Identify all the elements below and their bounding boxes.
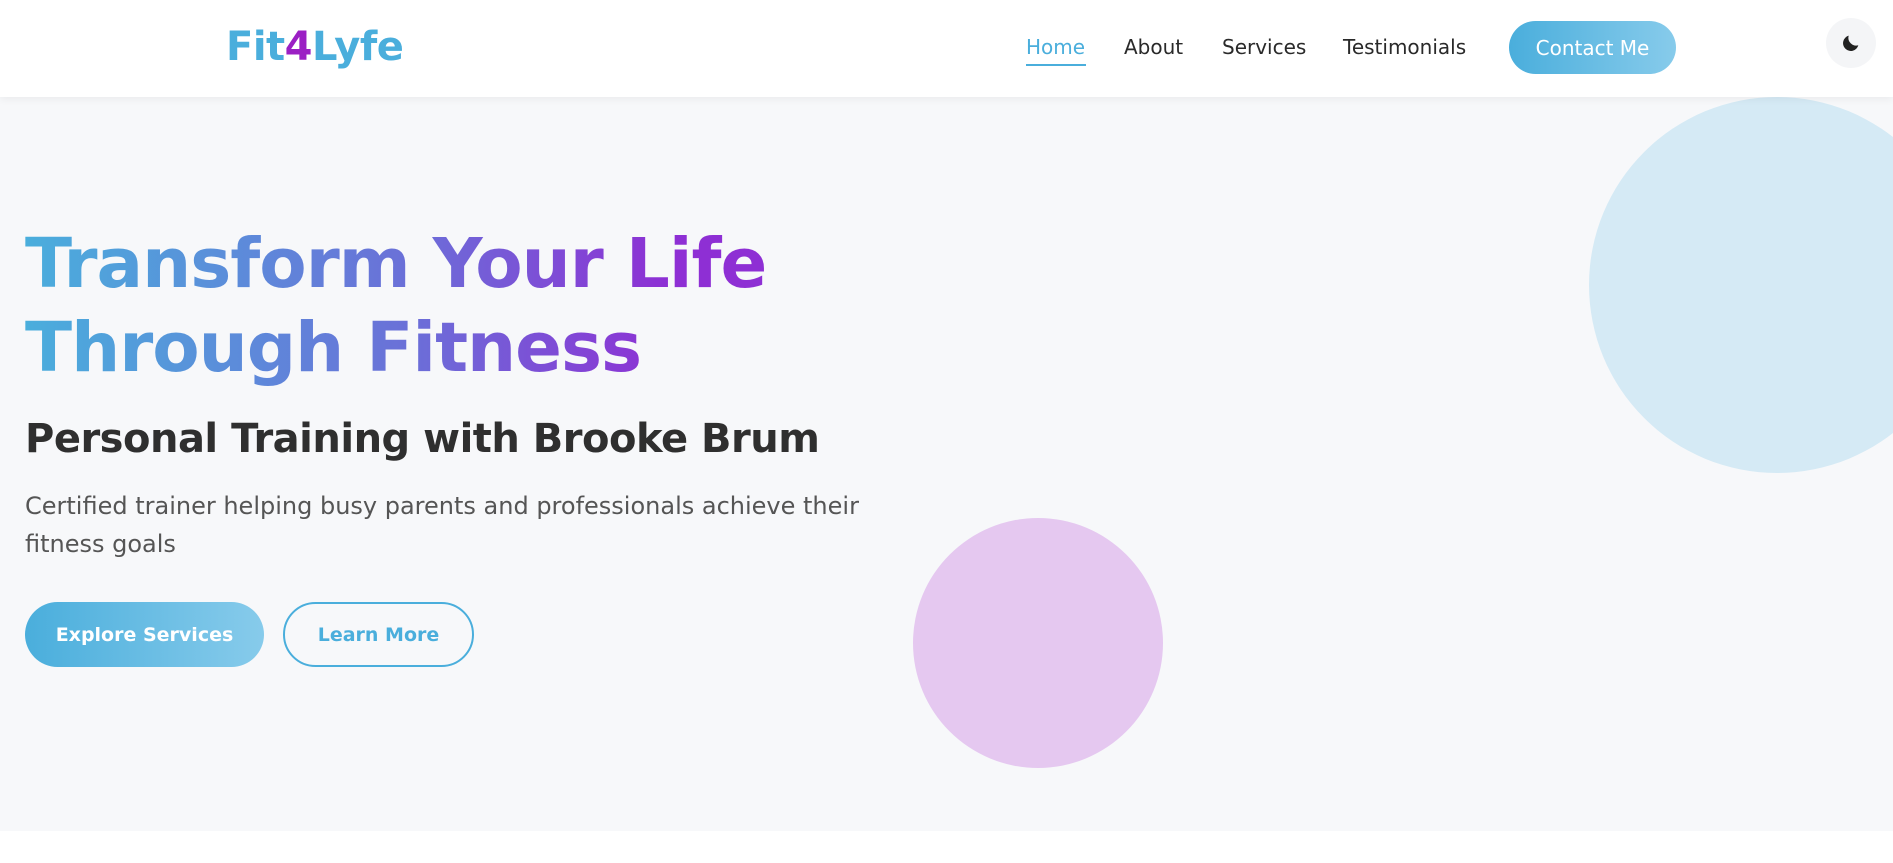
explore-services-button[interactable]: Explore Services [25,602,264,667]
logo-text-lyfe: Lyfe [312,24,404,70]
hero-title: Transform Your Life Through Fitness [25,222,885,390]
decorative-circle-purple [913,518,1163,768]
hero-subtitle: Personal Training with Brooke Brum [25,416,820,462]
nav-about[interactable]: About [1124,33,1183,61]
site-header: Fit4Lyfe Home About Services Testimonial… [0,0,1893,97]
logo[interactable]: Fit4Lyfe [226,22,404,72]
logo-text-four: 4 [284,24,313,70]
logo-text-fit: Fit [226,24,285,70]
hero-title-line2: Through Fitness [25,308,642,388]
learn-more-button[interactable]: Learn More [283,602,474,667]
decorative-circle-blue [1589,97,1893,473]
hero-title-line1: Transform Your Life [25,224,767,304]
nav-active-underline [1026,64,1086,66]
nav-services[interactable]: Services [1222,33,1306,61]
moon-icon [1843,35,1859,51]
nav-testimonials[interactable]: Testimonials [1343,33,1466,61]
hero-description: Certified trainer helping busy parents a… [25,492,859,558]
hero-section: Transform Your Life Through Fitness Pers… [0,97,1893,831]
nav-home[interactable]: Home [1026,33,1085,61]
contact-button[interactable]: Contact Me [1509,21,1676,74]
theme-toggle-button[interactable] [1826,18,1876,68]
